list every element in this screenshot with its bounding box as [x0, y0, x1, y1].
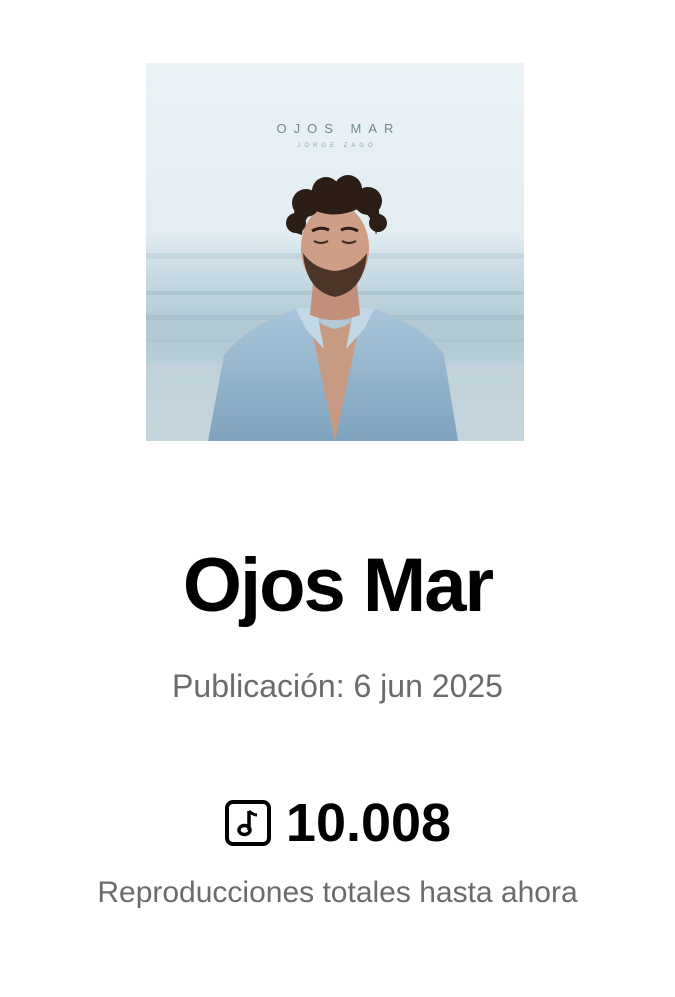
play-count: 10.008 — [285, 793, 452, 853]
song-title: Ojos Mar — [182, 543, 494, 628]
cover-title-text: OJOS MAR — [276, 121, 401, 136]
album-cover-art — [146, 63, 524, 441]
play-count-row: 10.008 — [0, 796, 675, 850]
release-date: Publicación: 6 jun 2025 — [172, 668, 503, 704]
play-count-label: Reproducciones totales hasta ahora — [97, 876, 578, 909]
cover-artist-text: JORGE ZAGO — [297, 143, 377, 149]
music-note-icon — [224, 799, 272, 847]
album-cover: OJOS MAR JORGE ZAGO — [146, 63, 524, 441]
